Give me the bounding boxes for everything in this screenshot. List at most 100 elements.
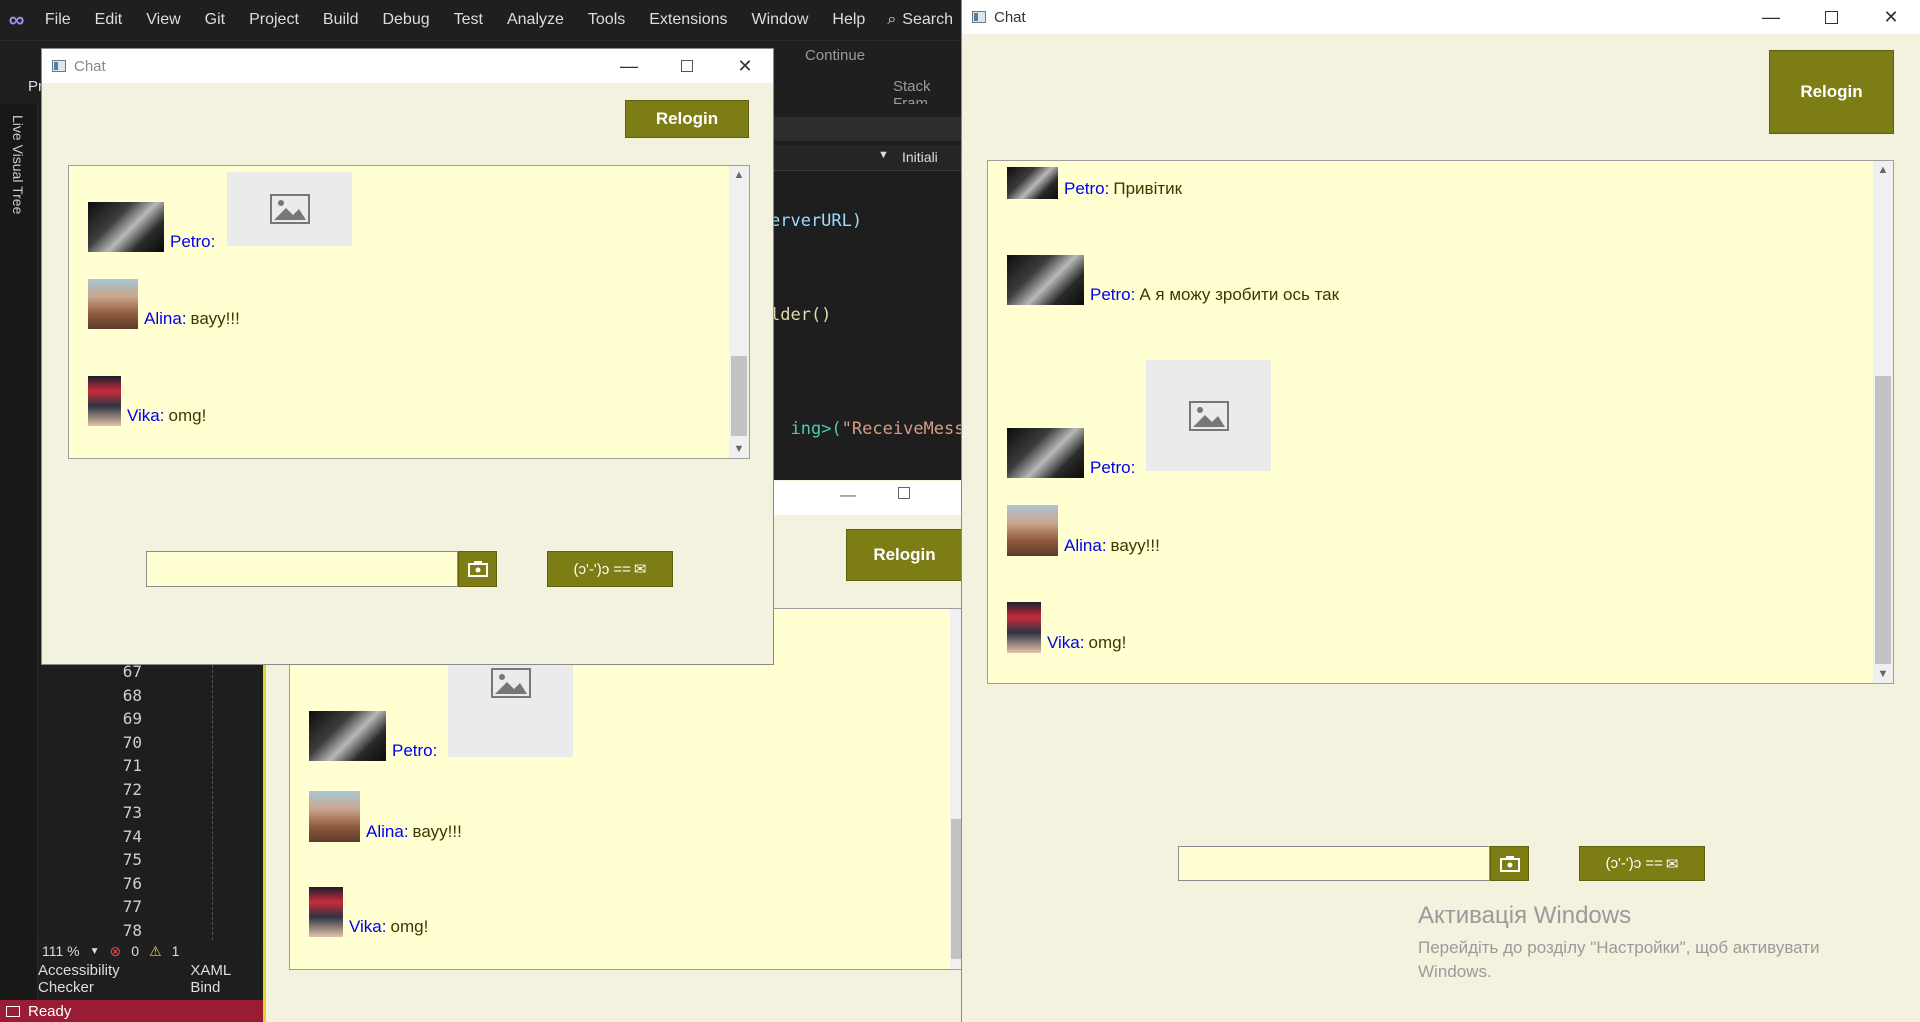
menu-build[interactable]: Build — [311, 0, 371, 40]
image-icon — [269, 194, 310, 224]
message-input[interactable] — [1178, 846, 1490, 881]
zoom-level[interactable]: 111 % — [42, 943, 80, 959]
attach-image-button[interactable] — [1490, 846, 1529, 881]
message-text: вауу!!! — [190, 309, 240, 328]
vs-menubar: ∞ File Edit View Git Project Build Debug… — [0, 0, 963, 40]
send-button[interactable]: (ɔ'-')ɔ == ✉ — [1579, 846, 1705, 881]
chat-message: Petro: — [1007, 428, 1135, 478]
menu-view[interactable]: View — [134, 0, 192, 40]
message-text: А я можу зробити ось так — [1139, 285, 1340, 304]
close-icon[interactable]: ✕ — [716, 49, 773, 83]
chat-window-large: Chat — ✕ Relogin Petro: Привітик Petro: … — [961, 0, 1920, 1022]
attach-image-button[interactable] — [458, 551, 497, 587]
message-colon: : — [381, 917, 387, 936]
relogin-button[interactable]: Relogin — [846, 529, 963, 581]
maximize-icon[interactable] — [898, 487, 910, 499]
chat-window-small: Chat — ✕ Relogin Petro: Alina: вауу!!! V… — [41, 48, 774, 665]
menu-file[interactable]: File — [33, 0, 83, 40]
menu-help[interactable]: Help — [820, 0, 877, 40]
avatar — [88, 279, 138, 329]
envelope-icon: ✉ — [1665, 855, 1679, 873]
warning-count[interactable]: 1 — [172, 943, 180, 959]
avatar — [309, 887, 343, 937]
menu-tools[interactable]: Tools — [576, 0, 637, 40]
menu-window[interactable]: Window — [740, 0, 821, 40]
message-colon: : — [403, 822, 409, 841]
vs-left-strip — [0, 104, 38, 1022]
close-icon[interactable]: ✕ — [1862, 0, 1920, 34]
menu-git[interactable]: Git — [193, 0, 237, 40]
zoom-chevron-icon[interactable]: ▼ — [90, 946, 100, 957]
avatar — [88, 376, 121, 426]
search-icon: ⌕ — [887, 11, 897, 28]
message-text: omg! — [168, 406, 207, 425]
menu-project[interactable]: Project — [237, 0, 311, 40]
chat-message: Vika: omg! — [309, 887, 428, 937]
vertical-scrollbar[interactable]: ▲ ▼ — [729, 166, 749, 458]
code-line-3-string: "ReceiveMessa — [841, 419, 975, 439]
menu-edit[interactable]: Edit — [83, 0, 135, 40]
live-visual-tree-tab[interactable]: Live Visual Tree — [10, 115, 26, 214]
menu-extensions[interactable]: Extensions — [637, 0, 739, 40]
menu-debug[interactable]: Debug — [370, 0, 441, 40]
message-colon: : — [181, 309, 187, 328]
vs-logo-icon[interactable]: ∞ — [0, 0, 33, 40]
minimize-icon[interactable]: — — [600, 49, 658, 83]
avatar — [88, 202, 164, 252]
scroll-down-icon[interactable]: ▼ — [1873, 665, 1893, 683]
avatar — [1007, 505, 1058, 556]
send-button-label: (ɔ'-')ɔ == — [573, 560, 631, 578]
message-username: Vika — [127, 406, 160, 425]
message-input[interactable] — [146, 551, 458, 587]
send-button-label: (ɔ'-')ɔ == — [1605, 855, 1663, 872]
avatar — [1007, 255, 1084, 305]
message-username: Vika — [349, 917, 382, 936]
scrollbar-thumb[interactable] — [731, 356, 747, 436]
scroll-up-icon[interactable]: ▲ — [729, 166, 749, 184]
chat-messages-area[interactable]: Petro: Привітик Petro: А я можу зробити … — [987, 160, 1894, 684]
window-titlebar[interactable]: Chat — ✕ — [42, 49, 773, 83]
relogin-button[interactable]: Relogin — [625, 100, 749, 138]
menu-analyze[interactable]: Analyze — [495, 0, 576, 40]
vs-nav-dropdown[interactable]: ▼ Initiali — [770, 145, 963, 171]
avatar — [1007, 167, 1058, 199]
scroll-up-icon[interactable]: ▲ — [1873, 161, 1893, 179]
message-colon: : — [1104, 179, 1110, 198]
tab-xaml-binding[interactable]: XAML Bind — [190, 962, 263, 996]
error-icon: ⊗ — [109, 942, 122, 959]
scrollbar-thumb[interactable] — [1875, 376, 1891, 664]
scroll-down-icon[interactable]: ▼ — [729, 440, 749, 458]
minimize-icon[interactable]: — — [1742, 0, 1800, 34]
chat-message: Petro: Привітик — [1007, 167, 1182, 199]
minimize-icon[interactable]: — — [840, 487, 856, 505]
chat-message: Alina: вауу!!! — [88, 279, 240, 329]
chat-message: Vika: omg! — [1007, 602, 1126, 653]
chat-message: Alina: вауу!!! — [1007, 505, 1160, 556]
message-text: Привітик — [1113, 179, 1183, 198]
menu-test[interactable]: Test — [442, 0, 495, 40]
window-titlebar[interactable]: Chat — ✕ — [962, 0, 1920, 34]
attach-photo-icon — [1499, 855, 1520, 872]
vertical-scrollbar[interactable]: ▲ ▼ — [1873, 161, 1893, 683]
nav-member-text: Initiali — [902, 149, 938, 165]
continue-button[interactable]: Continue — [805, 47, 865, 64]
error-count[interactable]: 0 — [131, 943, 139, 959]
message-text: вауу!!! — [1110, 536, 1160, 555]
code-line-2: lder() — [770, 305, 832, 325]
vs-search[interactable]: ⌕ Search — [877, 11, 963, 29]
send-button[interactable]: (ɔ'-')ɔ == ✉ — [547, 551, 673, 587]
maximize-icon[interactable] — [658, 49, 716, 83]
message-colon: : — [1079, 633, 1085, 652]
chat-messages-area[interactable]: Petro: Alina: вауу!!! Vika: omg! ▲ ▼ — [68, 165, 750, 459]
line-number: 71 — [122, 756, 142, 775]
zoom-bar: 111 % ▼ ⊗ 0 ⚠ 1 — [38, 940, 263, 962]
line-number: 72 — [122, 780, 142, 799]
tab-accessibility-checker[interactable]: Accessibility Checker — [38, 962, 176, 996]
avatar — [1007, 428, 1084, 478]
envelope-icon: ✉ — [633, 561, 647, 578]
maximize-icon[interactable] — [1802, 0, 1860, 34]
message-text: вауу!!! — [412, 822, 462, 841]
relogin-button[interactable]: Relogin — [1769, 50, 1894, 134]
message-text: omg! — [390, 917, 429, 936]
warning-icon: ⚠ — [149, 942, 162, 959]
